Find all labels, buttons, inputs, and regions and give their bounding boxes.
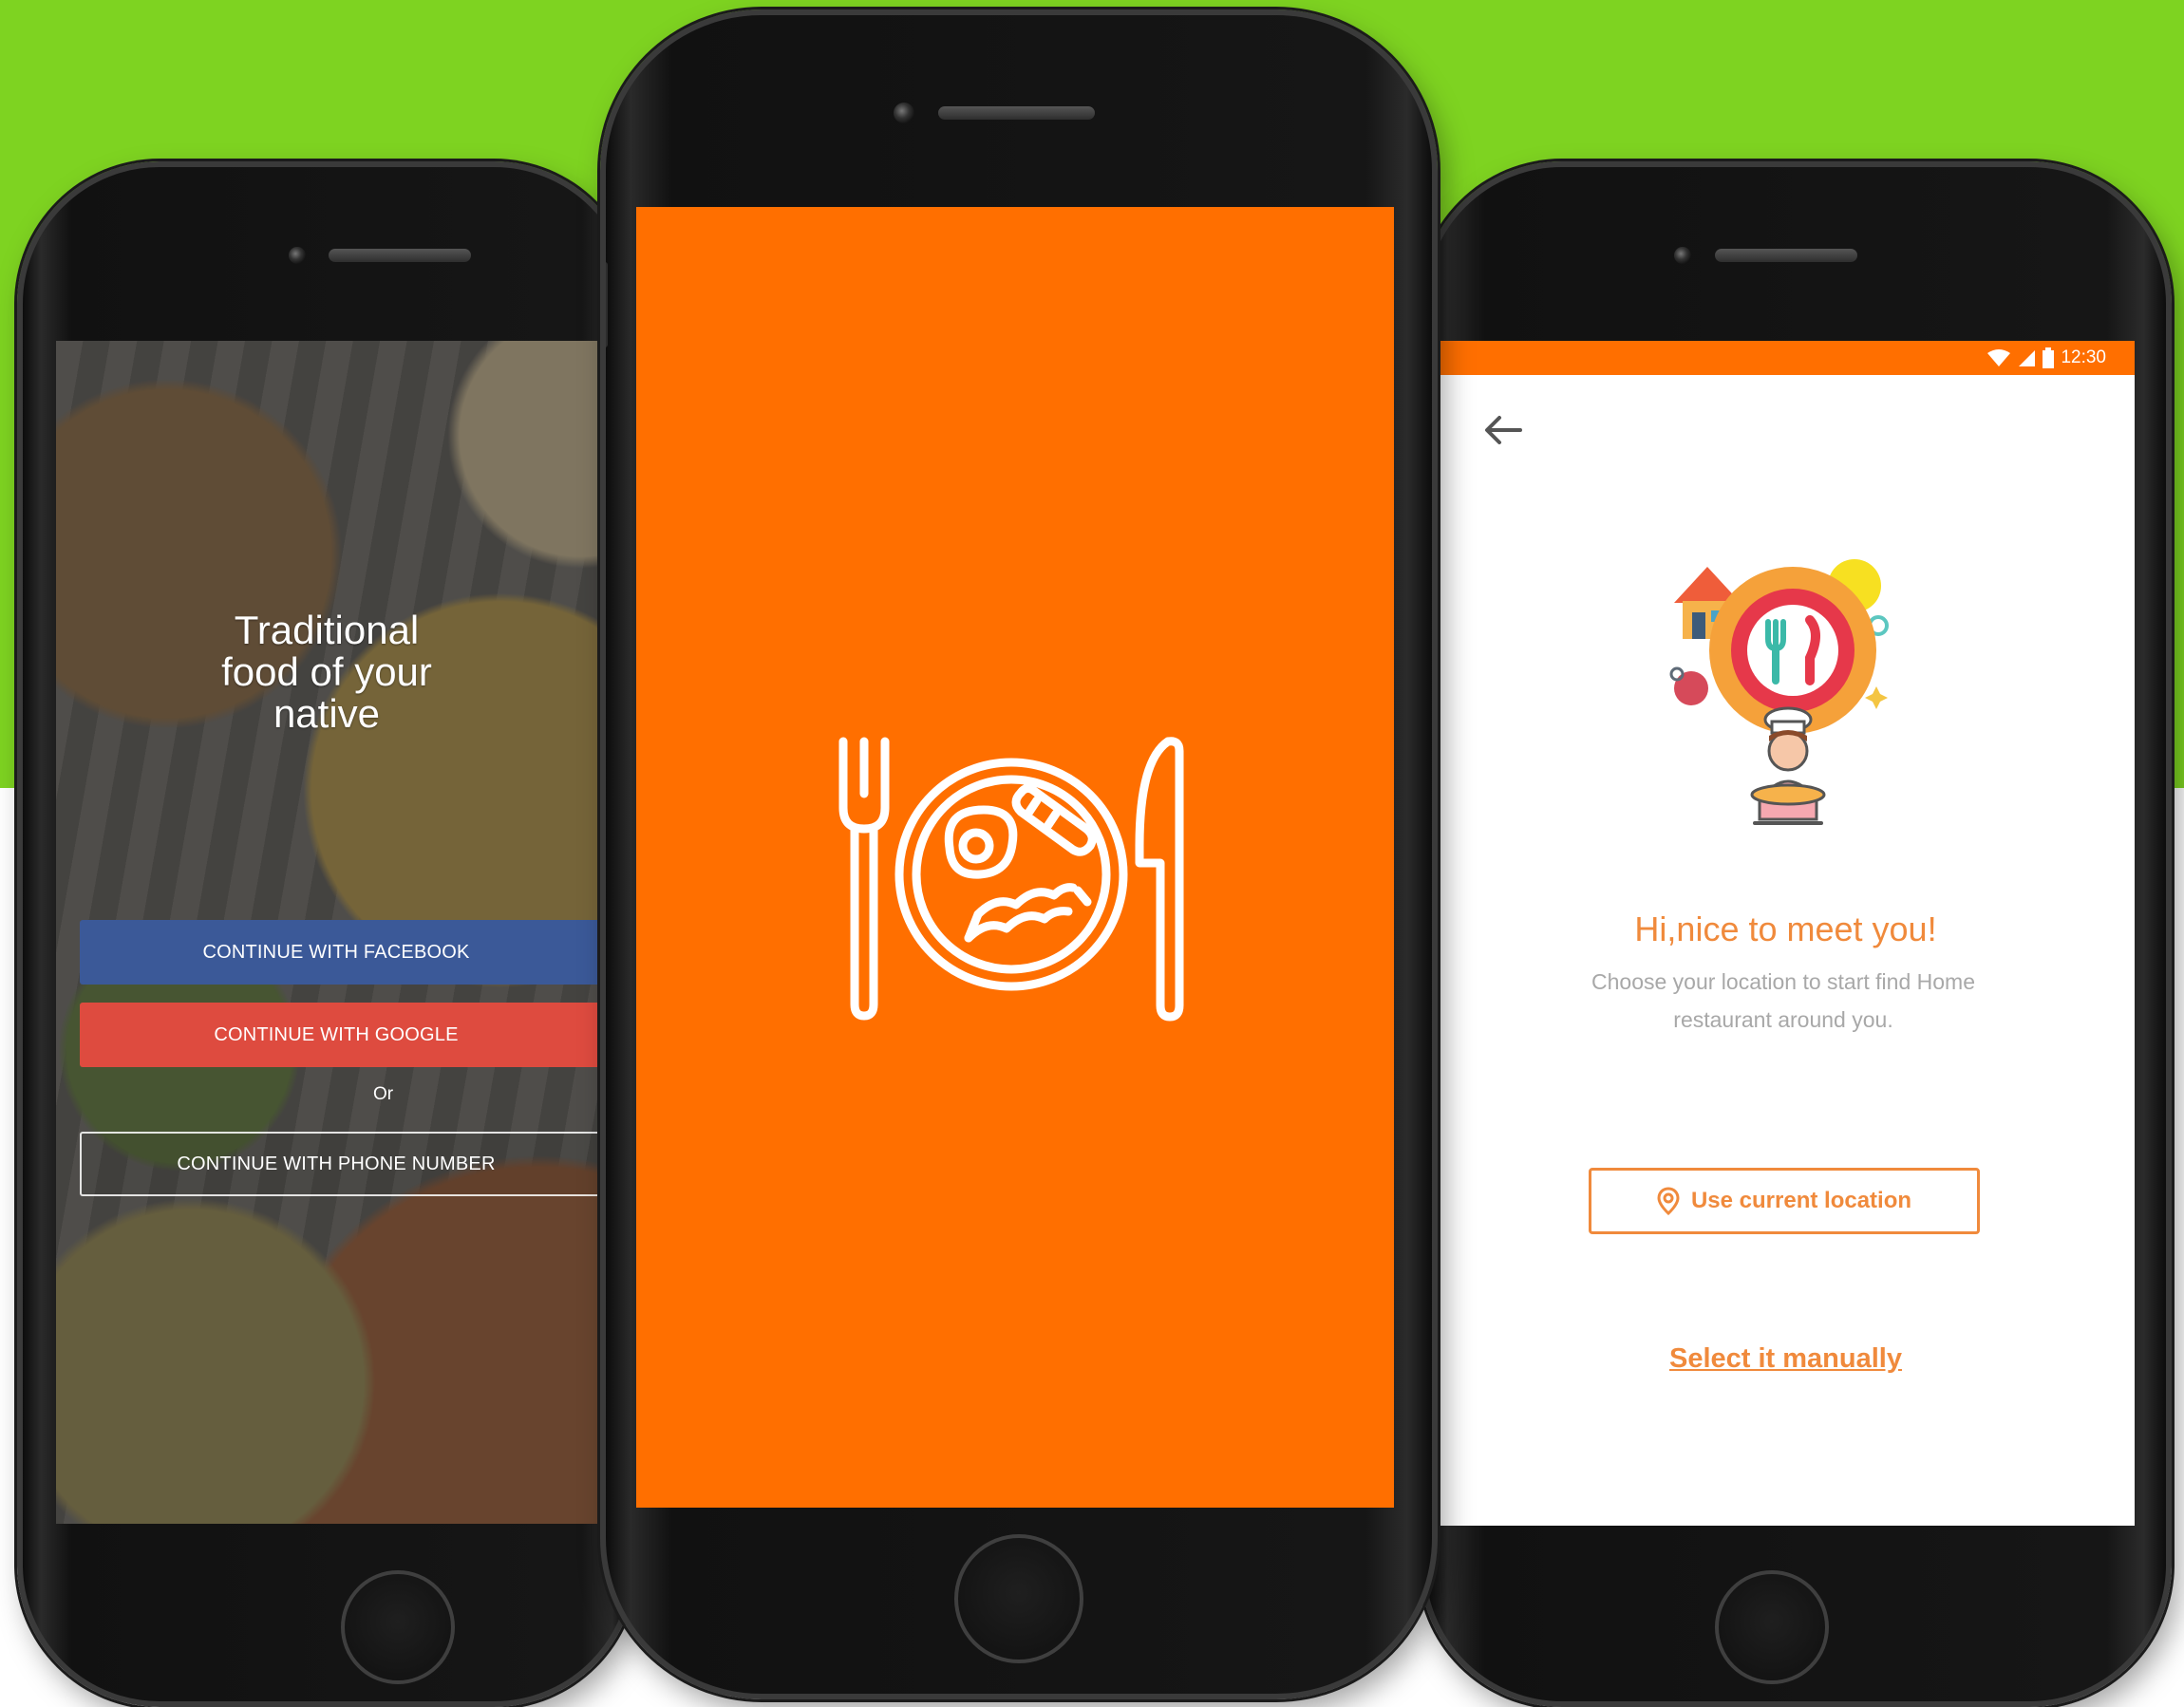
arrow-left-icon[interactable]: [1482, 413, 1524, 447]
location-content: Hi,nice to meet you! Choose your locatio…: [1437, 375, 2135, 1526]
right-screen: 12:30 Hi,nice to meet you! Choose your l…: [1437, 341, 2135, 1526]
center-home-button: [954, 1534, 1083, 1663]
right-home-button: [1715, 1570, 1829, 1684]
right-phone: 12:30 Hi,nice to meet you! Choose your l…: [1420, 161, 2172, 1707]
or-separator: Or: [373, 1084, 394, 1104]
location-pin-icon: [1657, 1187, 1680, 1215]
status-bar: 12:30: [1437, 341, 2135, 375]
left-phone: Traditional food of your native CONTINUE…: [17, 161, 636, 1707]
continue-phone-button[interactable]: CONTINUE WITH PHONE NUMBER: [80, 1132, 631, 1196]
use-current-location-label: Use current location: [1690, 1188, 1912, 1213]
continue-facebook-button[interactable]: CONTINUE WITH FACEBOOK: [80, 920, 631, 985]
wifi-icon: [1987, 349, 2011, 366]
front-camera-icon: [894, 103, 914, 123]
status-time: 12:30: [2061, 347, 2106, 367]
select-manually-link[interactable]: Select it manually: [1437, 1343, 2135, 1375]
plate-fork-knife-icon: [838, 737, 1184, 1022]
side-button: [606, 262, 608, 347]
front-camera-icon: [1674, 247, 1691, 264]
chef-location-illustration: [1669, 559, 1889, 825]
speaker-grille: [938, 106, 1095, 120]
use-current-location-button[interactable]: Use current location: [1589, 1168, 1980, 1234]
location-subtitle: Choose your location to start find Home …: [1591, 969, 1975, 1032]
battery-icon: [2043, 347, 2055, 368]
center-phone: [600, 9, 1438, 1699]
signal-icon: [2019, 350, 2036, 366]
left-screen: Traditional food of your native CONTINUE…: [56, 341, 631, 1524]
hero-headline: Traditional food of your native: [221, 608, 432, 736]
splash-screen: [636, 207, 1394, 1508]
front-camera-icon: [289, 247, 306, 264]
speaker-grille: [1715, 249, 1857, 262]
greeting-title: Hi,nice to meet you!: [1634, 910, 1937, 948]
left-home-button: [341, 1570, 455, 1684]
speaker-grille: [329, 249, 471, 262]
continue-google-button[interactable]: CONTINUE WITH GOOGLE: [80, 1003, 631, 1067]
